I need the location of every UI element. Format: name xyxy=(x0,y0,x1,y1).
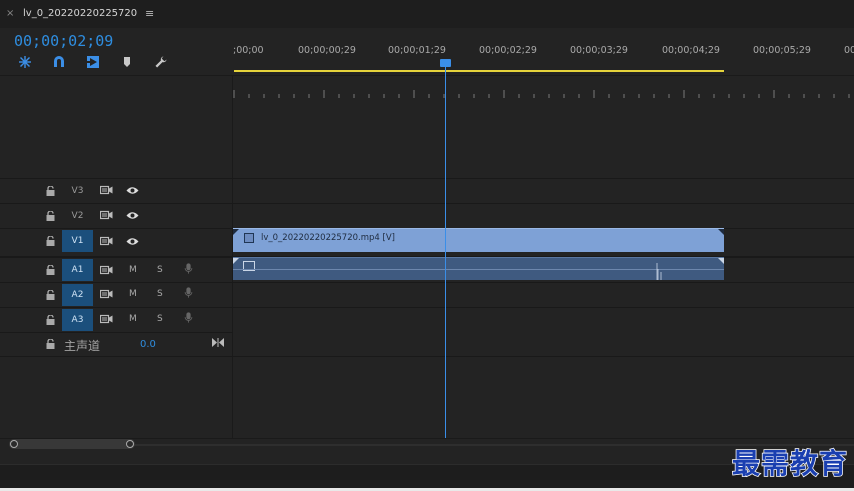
fx-badge-icon xyxy=(244,233,254,243)
sync-lock-icon[interactable] xyxy=(99,314,113,328)
scroll-zoom-left-handle[interactable] xyxy=(10,440,18,448)
time-ruler[interactable]: ;00;00 00;00;00;29 00;00;01;29 00;00;02;… xyxy=(233,28,854,98)
lock-icon[interactable] xyxy=(46,290,55,300)
sequence-tab-title[interactable]: lv_0_20220220225720 xyxy=(23,8,137,19)
sync-lock-icon[interactable] xyxy=(99,236,113,250)
lock-icon[interactable] xyxy=(46,236,55,246)
clip-start-corner xyxy=(233,258,239,264)
sync-lock-icon[interactable] xyxy=(99,185,113,199)
scroll-thumb[interactable] xyxy=(9,439,135,449)
go-to-in-out-icon[interactable] xyxy=(212,338,224,347)
master-track-row: 主声道 0.0 xyxy=(0,332,233,356)
track-name-v2[interactable]: V2 xyxy=(62,205,93,227)
video-clip-label: lv_0_20220220225720.mp4 [V] xyxy=(261,233,395,243)
mute-button[interactable]: M xyxy=(129,265,137,275)
solo-button[interactable]: S xyxy=(157,265,163,275)
wrench-settings-icon[interactable] xyxy=(153,55,169,69)
ruler-tick-label: 00;00;05;29 xyxy=(753,45,811,56)
clip-end-corner xyxy=(718,229,724,235)
lock-icon[interactable] xyxy=(46,186,55,196)
add-marker-icon[interactable] xyxy=(119,55,135,69)
audio-clip[interactable] xyxy=(233,257,724,280)
track-row-v2: V2 xyxy=(0,203,854,228)
magnet-linked-icon[interactable] xyxy=(51,55,67,69)
audio-waveform-peak xyxy=(656,263,662,280)
track-row-a3: A3 M S xyxy=(0,307,854,332)
track-name-v3[interactable]: V3 xyxy=(62,180,93,202)
ruler-tick-label: ;00;00 xyxy=(233,45,264,56)
playhead-line[interactable] xyxy=(445,66,446,438)
ruler-tick-label: 00;00;00;29 xyxy=(298,45,356,56)
mute-button[interactable]: M xyxy=(129,314,137,324)
sync-lock-icon[interactable] xyxy=(99,289,113,303)
microphone-icon[interactable] xyxy=(182,263,195,277)
lock-icon[interactable] xyxy=(46,339,55,349)
sync-lock-icon[interactable] xyxy=(99,265,113,279)
clip-start-corner xyxy=(233,229,239,235)
track-name-a2[interactable]: A2 xyxy=(62,284,93,306)
microphone-icon[interactable] xyxy=(182,287,195,301)
eye-icon[interactable] xyxy=(126,185,139,199)
track-divider xyxy=(0,356,854,357)
solo-button[interactable]: S xyxy=(157,314,163,324)
master-volume-value[interactable]: 0.0 xyxy=(140,339,156,350)
scroll-zoom-right-handle[interactable] xyxy=(126,440,134,448)
horizontal-zoom-scrollbar[interactable] xyxy=(0,438,854,464)
ruler-tick-label: 00;00;03;29 xyxy=(570,45,628,56)
mute-button[interactable]: M xyxy=(129,289,137,299)
track-name-a3[interactable]: A3 xyxy=(62,309,93,331)
solo-button[interactable]: S xyxy=(157,289,163,299)
track-name-a1[interactable]: A1 xyxy=(62,259,93,281)
ruler-tick-label: 00;00;02;29 xyxy=(479,45,537,56)
panel-footer xyxy=(0,464,854,491)
track-row-a2: A2 M S xyxy=(0,282,854,307)
sequence-tab-bar: × lv_0_20220220225720 ≡ xyxy=(0,0,854,28)
lock-icon[interactable] xyxy=(46,211,55,221)
eye-icon[interactable] xyxy=(126,210,139,224)
ruler-tick-label: 00;00;01;29 xyxy=(388,45,446,56)
ruler-tick-label: 00;00;04;29 xyxy=(662,45,720,56)
sync-lock-icon[interactable] xyxy=(99,210,113,224)
lock-icon[interactable] xyxy=(46,265,55,275)
close-tab-button[interactable]: × xyxy=(6,8,14,19)
ruler-tick-label: 00;00 xyxy=(844,45,854,56)
eye-icon[interactable] xyxy=(126,236,139,250)
master-track-label: 主声道 xyxy=(64,339,101,353)
playhead-timecode[interactable]: 00;00;02;09 xyxy=(14,32,113,50)
microphone-icon[interactable] xyxy=(182,312,195,326)
watermark-logo: 最需教育 xyxy=(731,446,848,481)
track-row-v3: V3 xyxy=(0,178,854,203)
track-name-v1[interactable]: V1 xyxy=(62,230,93,252)
work-area-bar[interactable] xyxy=(234,70,724,72)
snap-icon[interactable] xyxy=(17,55,33,69)
clip-end-corner xyxy=(718,258,724,264)
audio-waveform-baseline xyxy=(233,269,724,270)
video-clip[interactable]: lv_0_20220220225720.mp4 [V] xyxy=(233,228,724,252)
insert-marker-icon[interactable] xyxy=(85,55,101,69)
lock-icon[interactable] xyxy=(46,315,55,325)
panel-menu-icon[interactable]: ≡ xyxy=(145,7,154,20)
